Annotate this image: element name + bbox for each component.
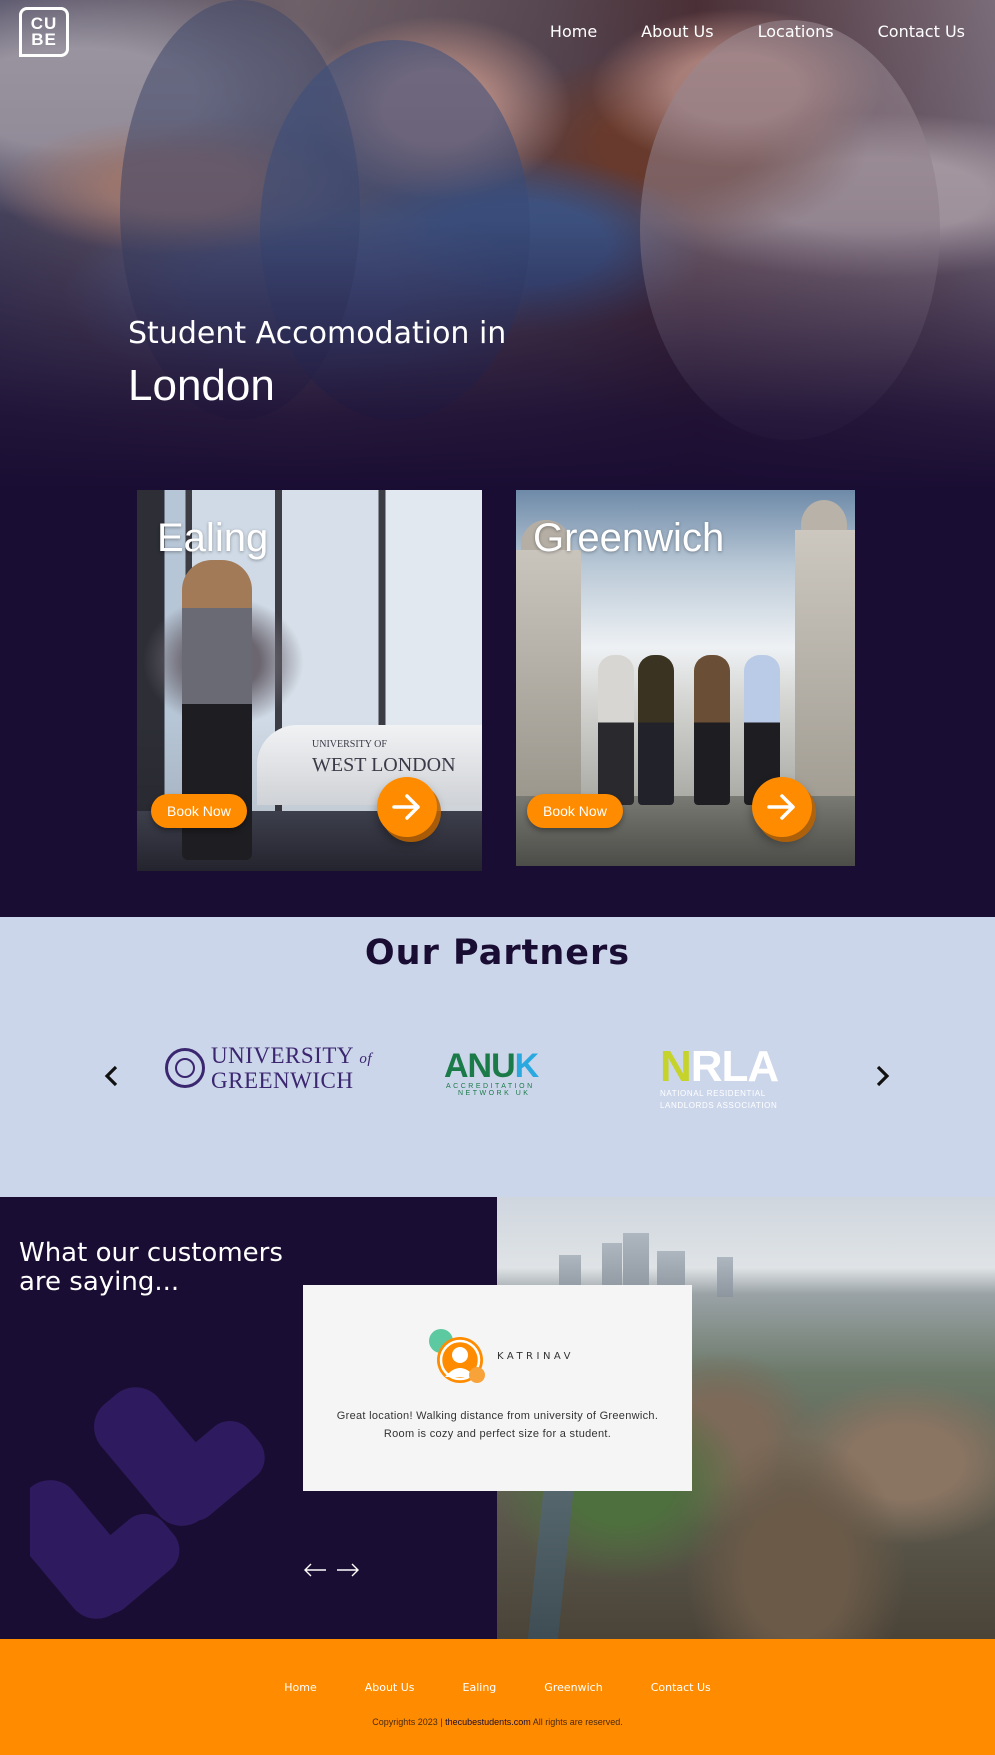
partner-name-line2: GREENWICH (211, 1068, 354, 1093)
photo-building (516, 550, 581, 810)
hero-section: CU BE Home About Us Locations Contact Us… (0, 0, 995, 490)
nav-contact-us[interactable]: Contact Us (878, 22, 965, 41)
cube-logo[interactable]: CU BE (19, 7, 69, 57)
nrla-sub2: LANDLORDS ASSOCIATION (660, 1101, 778, 1110)
partner-logo-text: NRLA (660, 1045, 779, 1089)
testimonials-title-line2: are saying... (19, 1267, 180, 1297)
chevron-right-icon[interactable] (871, 1065, 893, 1087)
footer-link-home[interactable]: Home (284, 1681, 316, 1694)
anuk-sub1: ACCREDITATION (446, 1083, 535, 1090)
desk-sign: UNIVERSITY OF WEST LONDON (312, 735, 456, 775)
footer-link-contact-us[interactable]: Contact Us (651, 1681, 711, 1694)
desk-sign-small: UNIVERSITY OF (312, 739, 387, 750)
hero-city: London (128, 361, 275, 410)
review-text: Great location! Walking distance from un… (323, 1407, 672, 1443)
reviewer-name: KATRINAV (497, 1351, 574, 1362)
book-now-button[interactable]: Book Now (151, 794, 247, 828)
user-avatar-icon (427, 1329, 487, 1385)
anuk-main: ANU (444, 1047, 516, 1085)
photo-building (795, 530, 855, 810)
partners-title: Our Partners (364, 933, 631, 973)
nav-home[interactable]: Home (550, 22, 597, 41)
nrla-main: RLA (690, 1042, 779, 1091)
partners-section: Our Partners UNIVERSITY of GREENWICH ANU… (0, 917, 995, 1197)
partner-anuk[interactable]: ANUK ACCREDITATION NETWORK UK (444, 1047, 540, 1097)
copyright-prefix: Copyrights 2023 | (372, 1717, 446, 1727)
nav-locations[interactable]: Locations (758, 22, 834, 41)
nrla-accent: N (660, 1042, 692, 1091)
chevron-left-icon[interactable] (101, 1065, 123, 1087)
testimonials-section: What our customers are saying... KATRINA… (0, 1197, 995, 1639)
hero-photo-figure (640, 20, 940, 440)
location-card-ealing[interactable]: UNIVERSITY OF WEST LONDON Ealing Book No… (137, 490, 482, 871)
review-line1: Great location! Walking distance from un… (336, 1410, 659, 1422)
copyright-suffix: All rights are reserved. (530, 1717, 623, 1727)
copyright-text: Copyrights 2023 | thecubestudents.com Al… (0, 1717, 995, 1727)
greenwich-crest-icon (165, 1048, 205, 1088)
partner-logo-text: ANUK (444, 1047, 540, 1085)
photo-person (598, 655, 634, 805)
partner-name-line1: UNIVERSITY (211, 1043, 354, 1068)
locations-section: UNIVERSITY OF WEST LONDON Ealing Book No… (0, 490, 995, 917)
location-title: Greenwich (533, 516, 725, 560)
arrow-left-line-icon[interactable] (303, 1563, 327, 1577)
photo-person (694, 655, 730, 805)
main-nav: Home About Us Locations Contact Us (506, 22, 965, 41)
footer-link-about-us[interactable]: About Us (365, 1681, 415, 1694)
partner-logo-text: UNIVERSITY of GREENWICH (211, 1043, 373, 1093)
book-now-button[interactable]: Book Now (527, 794, 623, 828)
arrow-right-line-icon[interactable] (336, 1563, 360, 1577)
hero-subtitle: Student Accomodation in (128, 316, 507, 351)
anuk-accent: K (514, 1047, 540, 1085)
testimonial-pager (303, 1563, 360, 1577)
partner-university-of-greenwich[interactable]: UNIVERSITY of GREENWICH (165, 1043, 373, 1093)
copyright-site-link[interactable]: thecubestudents.com (445, 1717, 531, 1727)
partner-nrla[interactable]: NRLA NATIONAL RESIDENTIAL LANDLORDS ASSO… (660, 1045, 779, 1111)
hero-heading: Student Accomodation in London (128, 316, 506, 411)
avatar-decor (469, 1367, 485, 1383)
location-card-greenwich[interactable]: Greenwich Book Now (516, 490, 855, 866)
footer-link-ealing[interactable]: Ealing (463, 1681, 497, 1694)
arrow-right-icon[interactable] (752, 777, 812, 837)
quote-icon (30, 1387, 265, 1619)
testimonial-card: KATRINAV Great location! Walking distanc… (303, 1285, 692, 1491)
desk-sign-big: WEST LONDON (312, 754, 456, 776)
testimonials-title: What our customers are saying... (19, 1239, 283, 1297)
nav-about-us[interactable]: About Us (641, 22, 713, 41)
footer-link-greenwich[interactable]: Greenwich (544, 1681, 602, 1694)
arrow-right-icon[interactable] (377, 777, 437, 837)
nrla-sub1: NATIONAL RESIDENTIAL (660, 1089, 766, 1098)
photo-tower (717, 1257, 733, 1297)
anuk-sub2: NETWORK UK (458, 1090, 531, 1097)
footer: Home About Us Ealing Greenwich Contact U… (0, 1639, 995, 1755)
photo-person (638, 655, 674, 805)
review-line2: Room is cozy and perfect size for a stud… (383, 1428, 612, 1440)
partner-name-of: of (359, 1051, 373, 1067)
location-title: Ealing (157, 516, 269, 560)
footer-nav: Home About Us Ealing Greenwich Contact U… (0, 1681, 995, 1694)
testimonials-title-line1: What our customers (19, 1238, 283, 1268)
logo-text-bottom: BE (31, 30, 57, 49)
